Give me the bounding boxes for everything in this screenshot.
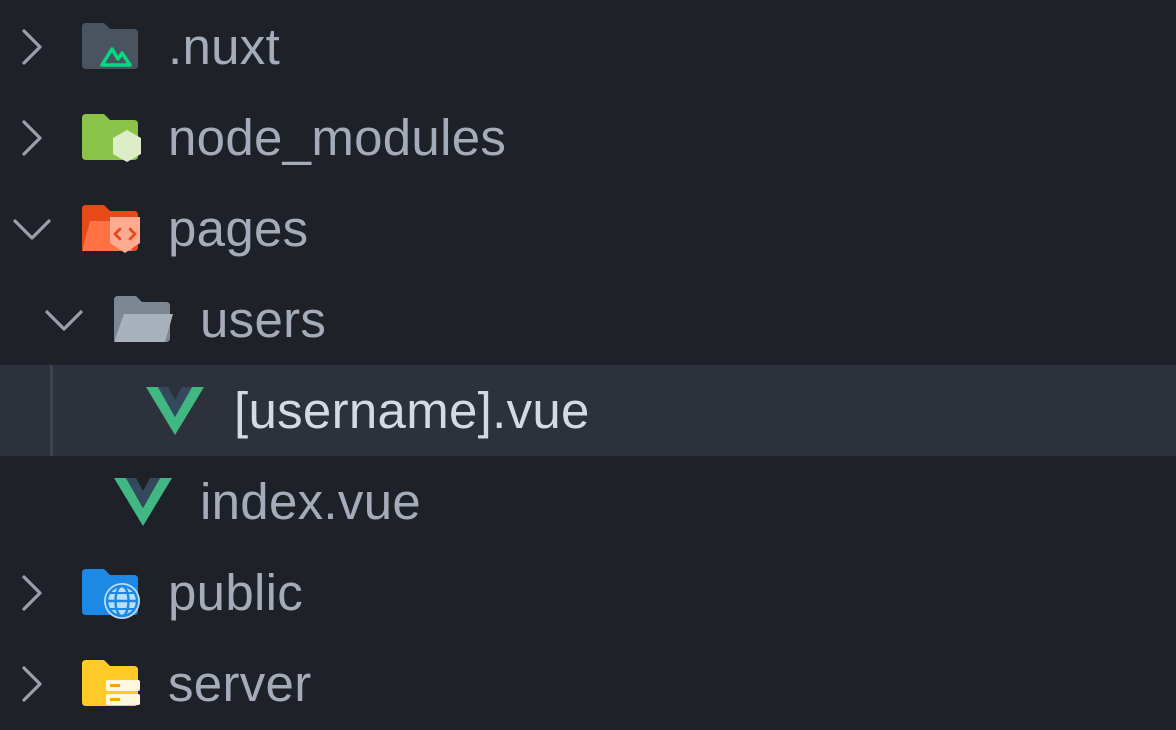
public-folder-icon [80,567,142,619]
pages-folder-icon [80,203,142,255]
chevron-right-icon[interactable] [12,664,52,704]
tree-item-label: public [168,564,304,621]
chevron-down-icon[interactable] [12,209,52,249]
tree-item-users[interactable]: users [0,274,1176,365]
tree-item-label: [username].vue [234,382,590,439]
nuxt-folder-icon [80,21,142,73]
tree-item-server[interactable]: server [0,638,1176,729]
vue-icon [112,476,174,528]
node-folder-icon [80,112,142,164]
tree-item-label: server [168,655,312,712]
file-explorer: .nuxt node_modules pages users [username… [0,0,1176,730]
tree-item-label: pages [168,200,309,257]
chevron-right-icon[interactable] [12,573,52,613]
folder-open-icon [112,294,174,346]
tree-item-nuxt[interactable]: .nuxt [0,1,1176,92]
chevron-right-icon[interactable] [12,27,52,67]
tree-item-label: node_modules [168,109,507,166]
indent-guide [50,365,53,456]
chevron-down-icon[interactable] [44,300,84,340]
tree-item-index-vue[interactable]: index.vue [0,456,1176,547]
tree-item-label: index.vue [200,473,422,530]
server-folder-icon [80,658,142,710]
tree-item-username-vue[interactable]: [username].vue [0,365,1176,456]
tree-item-node-modules[interactable]: node_modules [0,92,1176,183]
vue-icon [144,385,206,437]
chevron-right-icon[interactable] [12,118,52,158]
tree-item-public[interactable]: public [0,547,1176,638]
tree-item-label: .nuxt [168,18,281,75]
tree-item-pages[interactable]: pages [0,183,1176,274]
tree-item-label: users [200,291,327,348]
